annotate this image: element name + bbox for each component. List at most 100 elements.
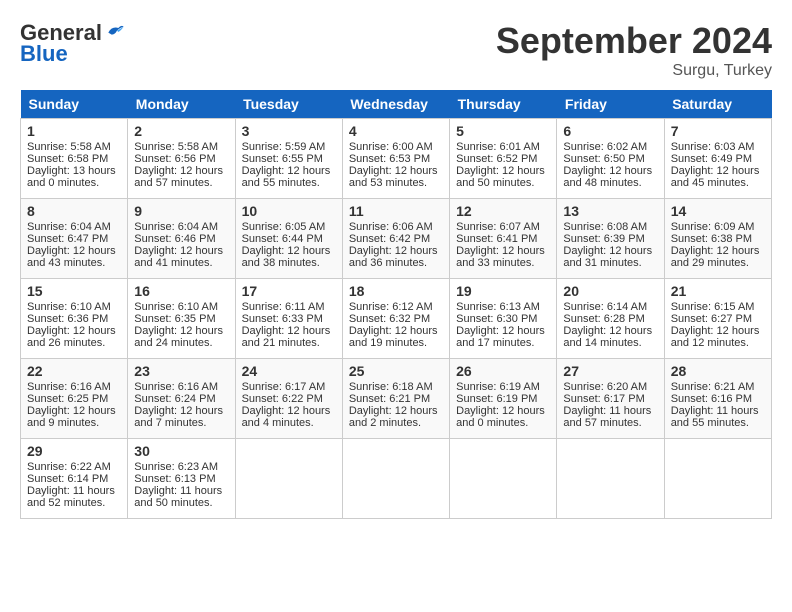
day-number: 13 [563,203,657,219]
sunset-text: Sunset: 6:53 PM [349,153,430,165]
sunset-text: Sunset: 6:32 PM [349,313,430,325]
column-header-monday: Monday [128,90,235,119]
logo-bird-icon [105,21,125,41]
calendar-cell: 21 Sunrise: 6:15 AM Sunset: 6:27 PM Dayl… [664,279,771,359]
calendar-cell: 4 Sunrise: 6:00 AM Sunset: 6:53 PM Dayli… [342,119,449,199]
sunset-text: Sunset: 6:47 PM [27,233,108,245]
sunrise-text: Sunrise: 6:04 AM [134,221,218,233]
daylight-text: Daylight: 12 hours and 12 minutes. [671,325,760,349]
sunrise-text: Sunrise: 6:01 AM [456,141,540,153]
daylight-text: Daylight: 12 hours and 19 minutes. [349,325,438,349]
day-number: 20 [563,283,657,299]
daylight-text: Daylight: 12 hours and 21 minutes. [242,325,331,349]
daylight-text: Daylight: 13 hours and 0 minutes. [27,165,116,189]
sunset-text: Sunset: 6:56 PM [134,153,215,165]
sunrise-text: Sunrise: 6:10 AM [27,301,111,313]
calendar-cell: 11 Sunrise: 6:06 AM Sunset: 6:42 PM Dayl… [342,199,449,279]
day-number: 18 [349,283,443,299]
daylight-text: Daylight: 11 hours and 55 minutes. [671,405,759,429]
calendar-cell: 18 Sunrise: 6:12 AM Sunset: 6:32 PM Dayl… [342,279,449,359]
calendar-cell: 2 Sunrise: 5:58 AM Sunset: 6:56 PM Dayli… [128,119,235,199]
sunset-text: Sunset: 6:19 PM [456,393,537,405]
day-number: 23 [134,363,228,379]
sunset-text: Sunset: 6:13 PM [134,473,215,485]
sunrise-text: Sunrise: 6:20 AM [563,381,647,393]
daylight-text: Daylight: 12 hours and 17 minutes. [456,325,545,349]
sunrise-text: Sunrise: 6:14 AM [563,301,647,313]
sunrise-text: Sunrise: 6:11 AM [242,301,325,313]
day-number: 16 [134,283,228,299]
day-number: 3 [242,123,336,139]
daylight-text: Daylight: 12 hours and 29 minutes. [671,245,760,269]
sunset-text: Sunset: 6:27 PM [671,313,752,325]
sunset-text: Sunset: 6:33 PM [242,313,323,325]
sunset-text: Sunset: 6:41 PM [456,233,537,245]
calendar-cell: 10 Sunrise: 6:05 AM Sunset: 6:44 PM Dayl… [235,199,342,279]
calendar-cell [342,439,449,519]
logo: General Blue [20,20,125,67]
page-header: General Blue September 2024 Surgu, Turke… [20,20,772,80]
daylight-text: Daylight: 12 hours and 0 minutes. [456,405,545,429]
day-number: 11 [349,203,443,219]
calendar-cell: 7 Sunrise: 6:03 AM Sunset: 6:49 PM Dayli… [664,119,771,199]
sunset-text: Sunset: 6:55 PM [242,153,323,165]
day-number: 10 [242,203,336,219]
daylight-text: Daylight: 12 hours and 36 minutes. [349,245,438,269]
calendar-week-4: 22 Sunrise: 6:16 AM Sunset: 6:25 PM Dayl… [21,359,772,439]
calendar-cell: 5 Sunrise: 6:01 AM Sunset: 6:52 PM Dayli… [450,119,557,199]
calendar-cell: 14 Sunrise: 6:09 AM Sunset: 6:38 PM Dayl… [664,199,771,279]
day-number: 15 [27,283,121,299]
sunrise-text: Sunrise: 6:08 AM [563,221,647,233]
calendar-week-3: 15 Sunrise: 6:10 AM Sunset: 6:36 PM Dayl… [21,279,772,359]
day-number: 27 [563,363,657,379]
calendar-cell: 22 Sunrise: 6:16 AM Sunset: 6:25 PM Dayl… [21,359,128,439]
calendar-cell: 13 Sunrise: 6:08 AM Sunset: 6:39 PM Dayl… [557,199,664,279]
calendar-cell [664,439,771,519]
day-number: 19 [456,283,550,299]
sunset-text: Sunset: 6:46 PM [134,233,215,245]
sunrise-text: Sunrise: 6:00 AM [349,141,433,153]
daylight-text: Daylight: 12 hours and 43 minutes. [27,245,116,269]
sunset-text: Sunset: 6:50 PM [563,153,644,165]
daylight-text: Daylight: 11 hours and 57 minutes. [563,405,651,429]
column-header-saturday: Saturday [664,90,771,119]
daylight-text: Daylight: 12 hours and 14 minutes. [563,325,652,349]
sunset-text: Sunset: 6:39 PM [563,233,644,245]
sunset-text: Sunset: 6:30 PM [456,313,537,325]
sunrise-text: Sunrise: 6:18 AM [349,381,433,393]
sunrise-text: Sunrise: 6:21 AM [671,381,755,393]
sunrise-text: Sunrise: 6:16 AM [27,381,111,393]
column-header-friday: Friday [557,90,664,119]
daylight-text: Daylight: 12 hours and 2 minutes. [349,405,438,429]
column-header-tuesday: Tuesday [235,90,342,119]
title-area: September 2024 Surgu, Turkey [496,20,772,80]
calendar-cell: 6 Sunrise: 6:02 AM Sunset: 6:50 PM Dayli… [557,119,664,199]
sunrise-text: Sunrise: 5:58 AM [134,141,218,153]
calendar-cell: 19 Sunrise: 6:13 AM Sunset: 6:30 PM Dayl… [450,279,557,359]
day-number: 24 [242,363,336,379]
calendar-cell: 29 Sunrise: 6:22 AM Sunset: 6:14 PM Dayl… [21,439,128,519]
sunrise-text: Sunrise: 5:59 AM [242,141,326,153]
sunset-text: Sunset: 6:25 PM [27,393,108,405]
sunset-text: Sunset: 6:52 PM [456,153,537,165]
day-number: 9 [134,203,228,219]
daylight-text: Daylight: 12 hours and 57 minutes. [134,165,223,189]
calendar-cell: 1 Sunrise: 5:58 AM Sunset: 6:58 PM Dayli… [21,119,128,199]
column-header-thursday: Thursday [450,90,557,119]
sunset-text: Sunset: 6:42 PM [349,233,430,245]
calendar-cell [557,439,664,519]
month-title: September 2024 [496,20,772,62]
calendar-table: SundayMondayTuesdayWednesdayThursdayFrid… [20,90,772,519]
daylight-text: Daylight: 12 hours and 50 minutes. [456,165,545,189]
day-number: 14 [671,203,765,219]
sunset-text: Sunset: 6:17 PM [563,393,644,405]
sunrise-text: Sunrise: 6:03 AM [671,141,755,153]
calendar-week-2: 8 Sunrise: 6:04 AM Sunset: 6:47 PM Dayli… [21,199,772,279]
column-header-sunday: Sunday [21,90,128,119]
sunset-text: Sunset: 6:22 PM [242,393,323,405]
sunrise-text: Sunrise: 6:15 AM [671,301,755,313]
day-number: 29 [27,443,121,459]
sunrise-text: Sunrise: 6:16 AM [134,381,218,393]
calendar-cell: 25 Sunrise: 6:18 AM Sunset: 6:21 PM Dayl… [342,359,449,439]
calendar-cell: 8 Sunrise: 6:04 AM Sunset: 6:47 PM Dayli… [21,199,128,279]
